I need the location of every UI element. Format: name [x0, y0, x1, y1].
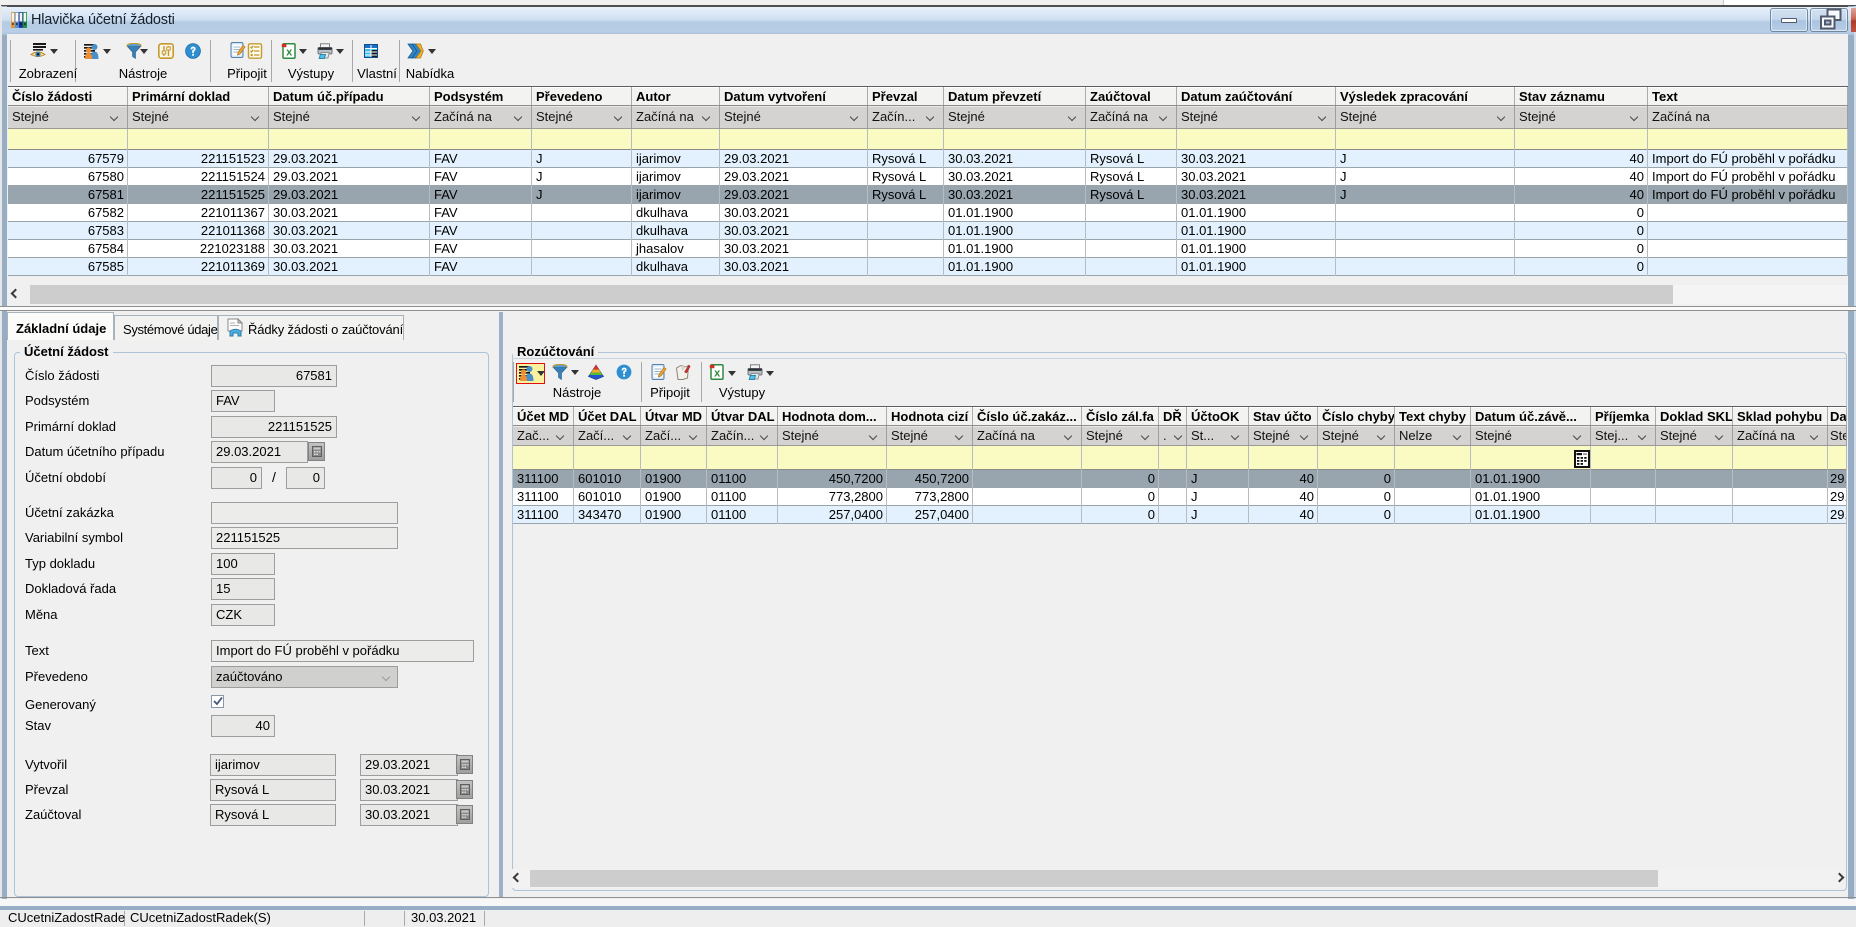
svg-text:x: x: [286, 47, 293, 59]
